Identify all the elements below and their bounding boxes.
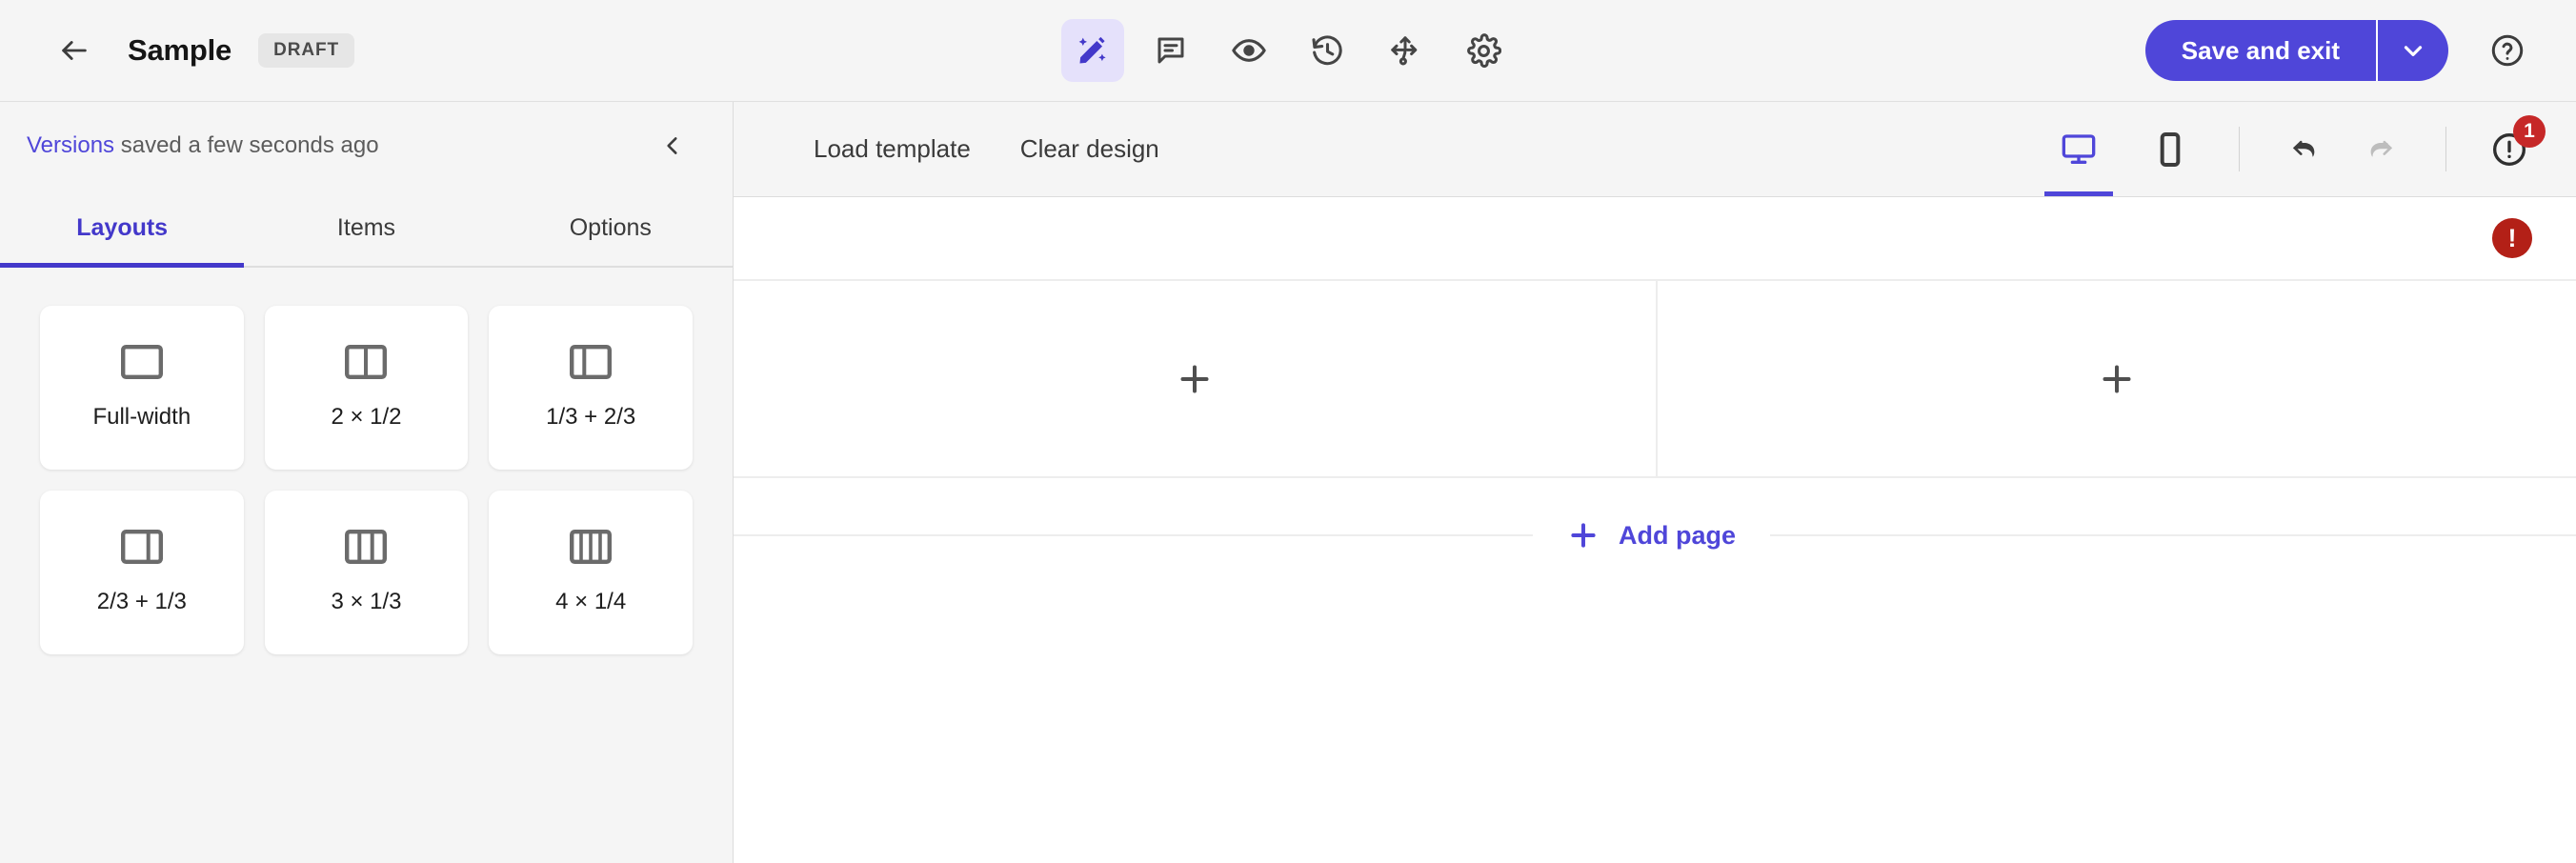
main-body: Versions saved a few seconds ago Layouts… [0, 102, 2576, 863]
add-page-label: Add page [1619, 520, 1737, 550]
add-page-button[interactable]: Add page [1533, 519, 1770, 552]
undo-button[interactable] [2263, 102, 2343, 196]
layout-option-3x1-3[interactable]: 3 × 1/3 [264, 491, 469, 654]
chevron-down-icon [2404, 46, 2423, 56]
page-error-bar: ! [734, 197, 2576, 279]
settings-tool-button[interactable] [1452, 19, 1515, 82]
eye-icon [1232, 39, 1266, 62]
page-title: Sample [128, 33, 232, 67]
magic-wand-pencil-icon [1078, 36, 1106, 64]
layout-option-2-3-plus-1-3[interactable]: 2/3 + 1/3 [40, 491, 244, 654]
mobile-view-button[interactable] [2124, 102, 2216, 196]
layout-options-grid: Full-width 2 × 1/2 1/3 + 2/3 2/3 + 1/3 3… [0, 268, 733, 692]
versions-link[interactable]: Versions [27, 132, 114, 158]
header-left-group: Sample DRAFT [0, 24, 354, 77]
design-tool-button[interactable] [1061, 19, 1124, 82]
design-canvas: ! Add page [734, 197, 2576, 863]
canvas-area: Load template Clear design 1 ! Add page [734, 102, 2576, 863]
mobile-phone-icon [2160, 131, 2181, 167]
layout-label: 3 × 1/3 [331, 589, 402, 614]
plus-icon [1571, 523, 1596, 548]
history-clock-icon [1311, 34, 1342, 65]
branch-arrows-icon [1391, 36, 1418, 66]
layout-four-quarters-icon [570, 530, 613, 564]
page-error-icon[interactable]: ! [2492, 218, 2532, 258]
plus-icon [2103, 365, 2131, 392]
toolbar-divider [2239, 127, 2240, 171]
desktop-view-button[interactable] [2033, 102, 2124, 196]
add-page-rule-left [734, 534, 1533, 536]
preview-tool-button[interactable] [1218, 19, 1280, 82]
clear-design-button[interactable]: Clear design [996, 134, 1184, 164]
desktop-monitor-icon [2062, 133, 2096, 164]
canvas-cell-right[interactable] [1656, 281, 2576, 476]
header-tool-group [1061, 19, 1515, 82]
header-right-group: Save and exit [2144, 20, 2576, 81]
tab-options[interactable]: Options [489, 190, 733, 266]
app-root: Sample DRAFT Save and exit Versions save… [0, 0, 2576, 863]
back-button[interactable] [48, 24, 101, 77]
help-button[interactable] [2481, 24, 2534, 77]
gear-icon [1466, 32, 1501, 68]
collapse-sidebar-button[interactable] [649, 122, 696, 170]
status-badge: DRAFT [258, 33, 354, 68]
layout-label: Full-width [92, 404, 191, 430]
versions-status-text: Versions saved a few seconds ago [27, 132, 379, 159]
redo-button[interactable] [2343, 102, 2423, 196]
chevron-left-icon [667, 137, 677, 154]
layout-full-width-icon [120, 345, 163, 379]
layout-label: 2/3 + 1/3 [96, 589, 187, 614]
undo-arrow-icon [2292, 140, 2315, 156]
canvas-toolbar-right: 1 [2033, 102, 2576, 196]
versions-bar: Versions saved a few seconds ago [0, 102, 733, 190]
save-and-exit-button[interactable]: Save and exit [2144, 20, 2376, 81]
layout-twothirds-third-icon [120, 530, 163, 564]
layout-option-full-width[interactable]: Full-width [40, 306, 244, 470]
redo-arrow-icon [2370, 140, 2393, 156]
top-header: Sample DRAFT Save and exit [0, 0, 2576, 102]
flow-tool-button[interactable] [1374, 19, 1437, 82]
layout-option-4x1-4[interactable]: 4 × 1/4 [489, 491, 693, 654]
alerts-button[interactable]: 1 [2469, 102, 2549, 196]
canvas-toolbar: Load template Clear design 1 [734, 102, 2576, 197]
comment-icon [1157, 37, 1184, 64]
add-page-row: Add page [734, 478, 2576, 592]
layout-label: 1/3 + 2/3 [546, 404, 636, 430]
tab-layouts[interactable]: Layouts [0, 190, 245, 268]
history-tool-button[interactable] [1296, 19, 1358, 82]
sidebar-tabs: Layouts Items Options [0, 190, 733, 268]
layout-third-twothirds-icon [570, 345, 613, 379]
layout-label: 2 × 1/2 [331, 404, 402, 430]
comments-tool-button[interactable] [1139, 19, 1202, 82]
plus-icon [1180, 365, 1209, 392]
layout-label: 4 × 1/4 [555, 589, 627, 614]
tab-items[interactable]: Items [244, 190, 488, 266]
versions-saved-text: saved a few seconds ago [120, 132, 379, 158]
layout-option-2x1-2[interactable]: 2 × 1/2 [264, 306, 469, 470]
arrow-left-icon [62, 41, 87, 60]
canvas-cell-left[interactable] [734, 281, 1656, 476]
save-options-button[interactable] [2376, 20, 2448, 81]
question-circle-icon [2491, 34, 2524, 67]
toolbar-divider-2 [2445, 127, 2446, 171]
add-page-rule-right [1770, 534, 2576, 536]
alert-count-badge: 1 [2513, 115, 2546, 148]
page-row [734, 279, 2576, 478]
left-sidebar: Versions saved a few seconds ago Layouts… [0, 102, 734, 863]
layout-two-halves-icon [345, 345, 388, 379]
layout-three-thirds-icon [345, 530, 388, 564]
load-template-button[interactable]: Load template [789, 134, 996, 164]
save-button-group: Save and exit [2144, 20, 2448, 81]
layout-option-1-3-plus-2-3[interactable]: 1/3 + 2/3 [489, 306, 693, 470]
